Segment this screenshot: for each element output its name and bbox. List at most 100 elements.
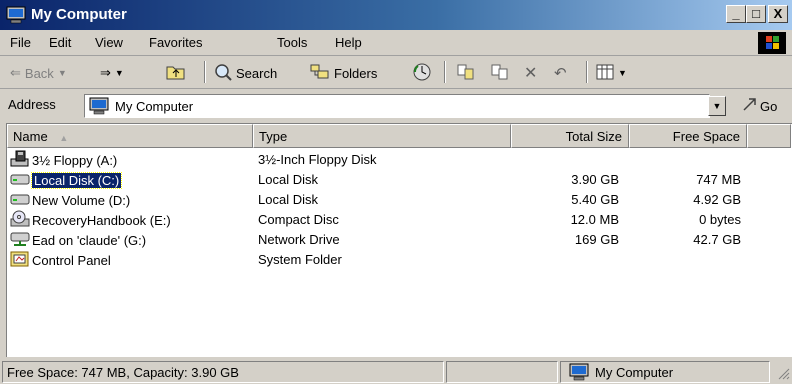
views-icon [596, 64, 614, 83]
menu-view[interactable]: View [95, 35, 123, 50]
item-name: 3½ Floppy (A:) [10, 150, 117, 170]
go-label: Go [760, 99, 778, 114]
column-header-type[interactable]: Type [253, 124, 511, 148]
item-type: 3½-Inch Floppy Disk [258, 152, 377, 167]
file-list[interactable]: Name ▲ Type Total Size Free Space 3½ Flo… [6, 123, 792, 357]
search-icon [214, 63, 232, 84]
item-name-text: 3½ Floppy (A:) [32, 152, 118, 168]
address-bar: Address My Computer ▼ Go [0, 89, 792, 122]
views-dropdown-icon[interactable]: ▼ [618, 68, 627, 78]
column-header-free-space[interactable]: Free Space [629, 124, 747, 148]
item-total-size: 5.40 GB [571, 192, 619, 207]
hard-drive-icon [10, 190, 30, 211]
folders-label: Folders [334, 65, 378, 81]
resize-grip[interactable] [776, 366, 790, 380]
item-free-space: 0 bytes [699, 212, 741, 227]
item-name-text: Ead on 'claude' (G:) [32, 232, 147, 248]
minimize-button[interactable]: _ [726, 5, 746, 23]
menu-file[interactable]: File [10, 35, 31, 50]
maximize-button[interactable]: □ [746, 5, 766, 23]
my-computer-icon [6, 6, 26, 28]
item-total-size: 169 GB [574, 232, 619, 247]
item-name-text: Control Panel [32, 252, 111, 268]
up-folder-icon [166, 64, 186, 83]
back-label: Back [24, 65, 54, 81]
item-total-size: 3.90 GB [571, 172, 619, 187]
address-dropdown-button[interactable]: ▼ [708, 96, 726, 116]
item-name: RecoveryHandbook (E:) [10, 210, 171, 230]
status-info-panel: Free Space: 747 MB, Capacity: 3.90 GB [2, 361, 444, 383]
list-item[interactable]: Control Panel System Folder [7, 250, 787, 270]
item-free-space: 4.92 GB [693, 192, 741, 207]
sort-ascending-icon: ▲ [59, 133, 69, 143]
network-drive-icon [10, 230, 30, 251]
copy-to-icon [490, 63, 510, 84]
my-computer-icon [89, 97, 109, 118]
item-type: Compact Disc [258, 212, 339, 227]
up-folder-button[interactable] [166, 63, 186, 83]
menu-help[interactable]: Help [335, 35, 362, 50]
back-dropdown-icon[interactable]: ▼ [58, 68, 67, 78]
move-to-icon [456, 63, 476, 84]
folders-icon [310, 64, 330, 83]
item-name-text: Local Disk (C:) [30, 171, 123, 189]
toolbar-separator [586, 61, 588, 83]
item-name: Control Panel [10, 250, 111, 270]
list-item[interactable]: Local Disk (C:) Local Disk 3.90 GB 747 M… [7, 170, 787, 190]
control-panel-icon [10, 250, 30, 271]
status-empty-panel [446, 361, 558, 383]
item-name: New Volume (D:) [10, 190, 130, 210]
menu-favorites[interactable]: Favorites [149, 35, 202, 50]
status-zone-text: My Computer [595, 365, 674, 380]
address-value: My Computer [115, 99, 194, 114]
my-computer-window: My Computer _ □ X File Edit View Favorit… [0, 0, 792, 383]
move-to-button[interactable] [456, 63, 476, 83]
search-label: Search [236, 65, 278, 81]
item-total-size: 12.0 MB [570, 212, 619, 227]
item-free-space: 747 MB [696, 172, 741, 187]
undo-icon: ↶ [554, 65, 567, 82]
history-icon [412, 62, 432, 85]
status-bar: Free Space: 747 MB, Capacity: 3.90 GB My… [0, 358, 792, 383]
list-item[interactable]: New Volume (D:) Local Disk 5.40 GB 4.92 … [7, 190, 787, 210]
column-header-empty [747, 124, 791, 148]
go-arrow-icon [742, 97, 758, 116]
menu-bar: File Edit View Favorites Tools Help [0, 30, 792, 56]
item-type: Network Drive [258, 232, 340, 247]
window-title: My Computer [31, 6, 127, 23]
status-info-text: Free Space: 747 MB, Capacity: 3.90 GB [7, 365, 239, 380]
title-bar[interactable]: My Computer _ □ X [0, 0, 792, 30]
undo-button[interactable]: ↶ [554, 63, 567, 83]
copy-to-button[interactable] [490, 63, 510, 83]
column-header-name[interactable]: Name ▲ [7, 124, 253, 148]
forward-dropdown-icon[interactable]: ▼ [115, 68, 124, 78]
item-type: System Folder [258, 252, 342, 267]
forward-button[interactable]: ⇒ ▼ [100, 63, 124, 83]
delete-icon: ✕ [524, 65, 538, 82]
item-name-text: New Volume (D:) [32, 192, 131, 208]
history-button[interactable] [412, 63, 432, 83]
list-item[interactable]: RecoveryHandbook (E:) Compact Disc 12.0 … [7, 210, 787, 230]
item-free-space: 42.7 GB [693, 232, 741, 247]
address-label: Address [8, 97, 56, 112]
menu-tools[interactable]: Tools [277, 35, 307, 50]
delete-button[interactable]: ✕ [524, 63, 537, 83]
folders-button[interactable]: Folders [310, 63, 377, 83]
floppy-drive-icon [10, 150, 30, 171]
back-button[interactable]: ⇐ Back ▼ [10, 63, 67, 83]
hard-drive-icon [10, 170, 30, 191]
list-item[interactable]: 3½ Floppy (A:) 3½-Inch Floppy Disk [7, 150, 787, 170]
go-button[interactable]: Go [742, 97, 777, 116]
search-button[interactable]: Search [214, 63, 277, 83]
address-field[interactable]: My Computer [84, 94, 710, 118]
list-item[interactable]: Ead on 'claude' (G:) Network Drive 169 G… [7, 230, 787, 250]
item-type: Local Disk [258, 192, 318, 207]
close-button[interactable]: X [768, 5, 788, 23]
toolbar-separator [204, 61, 206, 83]
status-zone-panel: My Computer [560, 361, 770, 383]
menu-edit[interactable]: Edit [49, 35, 71, 50]
item-name: Local Disk (C:) [10, 170, 123, 191]
item-type: Local Disk [258, 172, 318, 187]
views-button[interactable]: ▼ [596, 63, 627, 83]
column-header-total-size[interactable]: Total Size [511, 124, 629, 148]
